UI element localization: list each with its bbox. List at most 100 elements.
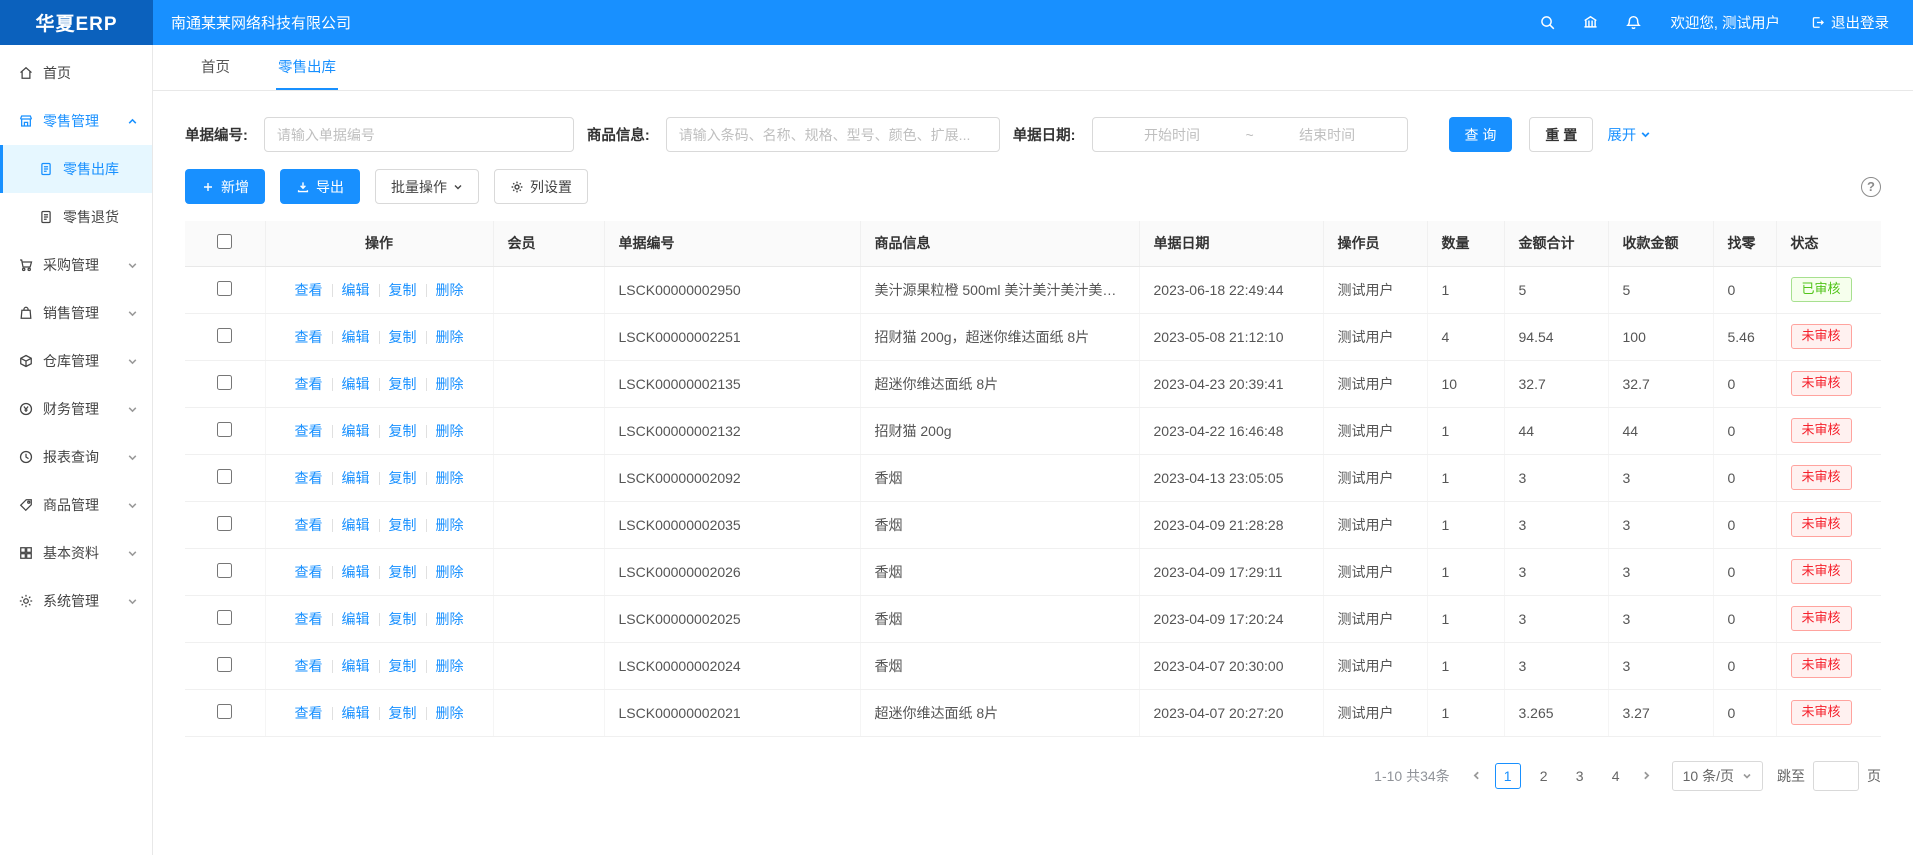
row-action-view[interactable]: 查看: [295, 376, 323, 392]
row-action-delete[interactable]: 删除: [436, 376, 464, 392]
logout-button[interactable]: 退出登录: [1810, 12, 1889, 33]
row-action-view[interactable]: 查看: [295, 329, 323, 345]
row-action-view[interactable]: 查看: [295, 611, 323, 627]
row-action-edit[interactable]: 编辑: [342, 376, 370, 392]
page-button-2[interactable]: 2: [1531, 763, 1557, 789]
product-info-input[interactable]: [666, 117, 1000, 152]
row-action-edit[interactable]: 编辑: [342, 282, 370, 298]
row-action-edit[interactable]: 编辑: [342, 329, 370, 345]
row-action-copy[interactable]: 复制: [389, 517, 417, 533]
row-action-copy[interactable]: 复制: [389, 658, 417, 674]
sidebar-item-home[interactable]: 首页: [0, 49, 152, 97]
help-icon[interactable]: [1861, 177, 1881, 197]
tab-retail-outbound[interactable]: 零售出库: [276, 45, 338, 90]
row-checkbox[interactable]: [217, 610, 232, 625]
row-action-delete[interactable]: 删除: [436, 517, 464, 533]
order-no-input[interactable]: [264, 117, 574, 152]
row-action-view[interactable]: 查看: [295, 658, 323, 674]
search-button[interactable]: 查 询: [1449, 117, 1513, 152]
row-action-copy[interactable]: 复制: [389, 705, 417, 721]
next-page-button[interactable]: [1634, 763, 1660, 789]
sidebar-item-retail[interactable]: 零售管理: [0, 97, 152, 145]
row-action-delete[interactable]: 删除: [436, 329, 464, 345]
page-button-4[interactable]: 4: [1603, 763, 1629, 789]
row-action-delete[interactable]: 删除: [436, 564, 464, 580]
row-action-view[interactable]: 查看: [295, 470, 323, 486]
row-action-copy[interactable]: 复制: [389, 282, 417, 298]
row-action-view[interactable]: 查看: [295, 705, 323, 721]
reset-button[interactable]: 重 置: [1529, 117, 1593, 152]
sidebar-item-warehouse[interactable]: 仓库管理: [0, 337, 152, 385]
change-cell: 0: [1713, 689, 1776, 736]
row-checkbox[interactable]: [217, 375, 232, 390]
prev-page-button[interactable]: [1464, 763, 1490, 789]
row-action-delete[interactable]: 删除: [436, 658, 464, 674]
row-action-edit[interactable]: 编辑: [342, 517, 370, 533]
row-checkbox[interactable]: [217, 328, 232, 343]
row-action-copy[interactable]: 复制: [389, 423, 417, 439]
batch-actions-button[interactable]: 批量操作: [375, 169, 479, 204]
sidebar-item-goods[interactable]: 商品管理: [0, 481, 152, 529]
bell-icon[interactable]: [1625, 14, 1642, 31]
row-action-delete[interactable]: 删除: [436, 470, 464, 486]
row-action-delete[interactable]: 删除: [436, 423, 464, 439]
row-action-edit[interactable]: 编辑: [342, 658, 370, 674]
tab-home[interactable]: 首页: [199, 45, 232, 90]
page-button-3[interactable]: 3: [1567, 763, 1593, 789]
row-checkbox[interactable]: [217, 563, 232, 578]
add-button[interactable]: 新增: [185, 169, 265, 204]
row-checkbox[interactable]: [217, 516, 232, 531]
row-action-copy[interactable]: 复制: [389, 376, 417, 392]
status-badge: 未审核: [1791, 606, 1852, 631]
row-action-delete[interactable]: 删除: [436, 705, 464, 721]
row-action-view[interactable]: 查看: [295, 564, 323, 580]
table-body: 查看编辑复制删除 LSCK00000002950 美汁源果粒橙 500ml 美汁…: [185, 266, 1881, 736]
platform-icon[interactable]: [1582, 14, 1599, 31]
row-action-delete[interactable]: 删除: [436, 282, 464, 298]
sidebar-item-retail-return[interactable]: 零售退货: [0, 193, 152, 241]
row-action-view[interactable]: 查看: [295, 517, 323, 533]
row-action-edit[interactable]: 编辑: [342, 705, 370, 721]
select-all-checkbox[interactable]: [217, 234, 232, 249]
row-action-view[interactable]: 查看: [295, 282, 323, 298]
row-action-view[interactable]: 查看: [295, 423, 323, 439]
total-cell: 32.7: [1504, 360, 1608, 407]
export-button[interactable]: 导出: [280, 169, 360, 204]
page-button-1[interactable]: 1: [1495, 763, 1521, 789]
row-action-copy[interactable]: 复制: [389, 611, 417, 627]
row-action-copy[interactable]: 复制: [389, 470, 417, 486]
sidebar-item-sales[interactable]: 销售管理: [0, 289, 152, 337]
row-checkbox[interactable]: [217, 281, 232, 296]
status-badge: 未审核: [1791, 700, 1852, 725]
row-action-edit[interactable]: 编辑: [342, 611, 370, 627]
date-cell: 2023-06-18 22:49:44: [1139, 266, 1323, 313]
row-checkbox-cell: [185, 407, 265, 454]
row-action-delete[interactable]: 删除: [436, 611, 464, 627]
search-icon[interactable]: [1539, 14, 1556, 31]
sidebar-item-finance[interactable]: 财务管理: [0, 385, 152, 433]
column-settings-button[interactable]: 列设置: [494, 169, 588, 204]
row-action-copy[interactable]: 复制: [389, 329, 417, 345]
sidebar-item-reports[interactable]: 报表查询: [0, 433, 152, 481]
row-checkbox[interactable]: [217, 704, 232, 719]
pagination-summary: 1-10 共34条: [1374, 766, 1449, 786]
sidebar-item-basic-data[interactable]: 基本资料: [0, 529, 152, 577]
sidebar-item-retail-outbound[interactable]: 零售出库: [0, 145, 152, 193]
row-action-edit[interactable]: 编辑: [342, 564, 370, 580]
expand-link[interactable]: 展开: [1607, 124, 1651, 145]
action-separator: [332, 284, 333, 297]
jump-page-input[interactable]: [1813, 761, 1859, 791]
date-start-placeholder[interactable]: 开始时间: [1105, 125, 1240, 145]
sidebar-item-system[interactable]: 系统管理: [0, 577, 152, 625]
row-action-edit[interactable]: 编辑: [342, 423, 370, 439]
row-checkbox[interactable]: [217, 657, 232, 672]
date-cell: 2023-04-07 20:30:00: [1139, 642, 1323, 689]
row-checkbox[interactable]: [217, 422, 232, 437]
date-end-placeholder[interactable]: 结束时间: [1260, 125, 1395, 145]
date-range-input[interactable]: 开始时间 ~ 结束时间: [1092, 117, 1408, 152]
sidebar-item-purchase[interactable]: 采购管理: [0, 241, 152, 289]
row-checkbox[interactable]: [217, 469, 232, 484]
row-action-copy[interactable]: 复制: [389, 564, 417, 580]
page-size-select[interactable]: 10 条/页: [1672, 761, 1763, 791]
row-action-edit[interactable]: 编辑: [342, 470, 370, 486]
